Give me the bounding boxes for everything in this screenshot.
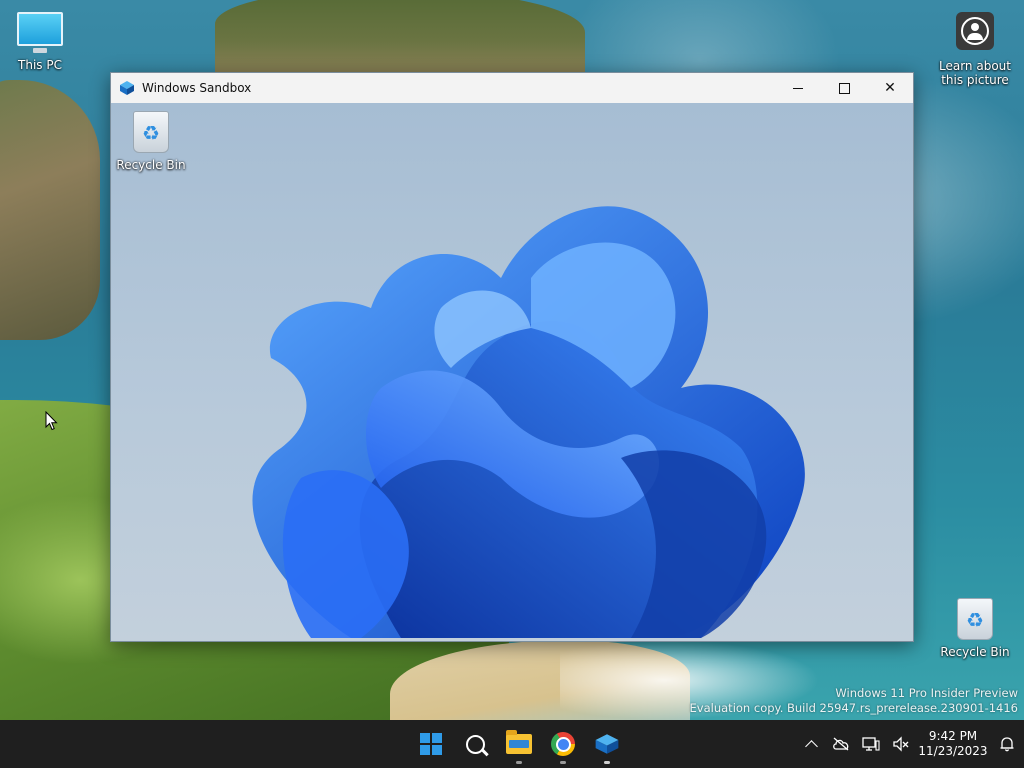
running-indicator bbox=[560, 761, 566, 764]
clock-button[interactable]: 9:42 PM 11/23/2023 bbox=[916, 729, 990, 759]
start-button[interactable] bbox=[409, 720, 453, 768]
taskbar-chrome[interactable] bbox=[541, 720, 585, 768]
system-tray: 9:42 PM 11/23/2023 bbox=[796, 720, 1024, 768]
windows-sandbox-icon bbox=[595, 734, 619, 754]
bloom-wallpaper bbox=[252, 206, 805, 638]
desktop-icon-label-line2: this picture bbox=[941, 73, 1009, 87]
desktop-icon-label-line1: Learn about bbox=[939, 59, 1011, 73]
running-indicator bbox=[604, 761, 610, 764]
onedrive-button[interactable] bbox=[826, 720, 856, 768]
person-camera-icon bbox=[956, 12, 994, 50]
network-icon bbox=[862, 737, 880, 751]
sandbox-desktop-icon-recycle-bin[interactable]: Recycle Bin bbox=[111, 111, 191, 172]
sandbox-window[interactable]: Windows Sandbox ✕ ♻ Recycle Bin bbox=[110, 72, 914, 642]
window-controls: ✕ bbox=[775, 73, 913, 103]
notification-bell-icon bbox=[1000, 737, 1014, 752]
clock-date: 11/23/2023 bbox=[918, 744, 988, 758]
minimize-button[interactable] bbox=[775, 73, 821, 103]
notifications-button[interactable] bbox=[990, 720, 1024, 768]
volume-mute-icon bbox=[893, 736, 909, 752]
wallpaper-cliff-top bbox=[215, 0, 585, 75]
close-icon: ✕ bbox=[884, 80, 896, 96]
watermark-edition: Windows 11 Pro Insider Preview bbox=[835, 686, 1018, 700]
taskbar-apps bbox=[409, 720, 629, 768]
desktop-icon-label: This PC bbox=[18, 58, 62, 72]
windows-watermark: Windows 11 Pro Insider Preview Evaluatio… bbox=[690, 686, 1018, 716]
desktop-icon-learn-about-picture[interactable]: Learn about this picture bbox=[935, 12, 1015, 87]
search-icon bbox=[465, 734, 485, 754]
folder-icon bbox=[506, 730, 532, 754]
volume-button[interactable] bbox=[886, 720, 916, 768]
close-button[interactable]: ✕ bbox=[867, 73, 913, 103]
chrome-icon bbox=[551, 732, 575, 756]
search-button[interactable] bbox=[453, 720, 497, 768]
mouse-cursor-icon bbox=[45, 410, 58, 434]
sandbox-desktop[interactable]: Recycle Bin bbox=[111, 103, 913, 641]
maximize-icon bbox=[838, 82, 850, 94]
recycle-bin-icon bbox=[133, 111, 169, 153]
windows-logo-icon bbox=[420, 733, 442, 755]
desktop-icon-label: Recycle Bin bbox=[940, 645, 1010, 659]
clock-time: 9:42 PM bbox=[928, 729, 978, 743]
cloud-off-icon bbox=[833, 737, 849, 751]
watermark-build: Evaluation copy. Build 25947.rs_prerelea… bbox=[689, 701, 1018, 715]
window-titlebar[interactable]: Windows Sandbox ✕ bbox=[111, 73, 913, 103]
window-title: Windows Sandbox bbox=[142, 81, 252, 95]
windows-sandbox-icon bbox=[120, 81, 134, 95]
wallpaper-cliff-left bbox=[0, 80, 100, 340]
minimize-icon bbox=[793, 87, 803, 89]
network-button[interactable] bbox=[856, 720, 886, 768]
taskbar-windows-sandbox[interactable] bbox=[585, 720, 629, 768]
desktop-icon-this-pc[interactable]: This PC bbox=[0, 12, 80, 72]
maximize-button[interactable] bbox=[821, 73, 867, 103]
recycle-bin-icon bbox=[957, 598, 993, 640]
show-hidden-icons-button[interactable] bbox=[796, 720, 826, 768]
running-indicator bbox=[516, 761, 522, 764]
desktop-icon-recycle-bin[interactable]: Recycle Bin bbox=[935, 598, 1015, 659]
taskbar: 9:42 PM 11/23/2023 bbox=[0, 720, 1024, 768]
taskbar-file-explorer[interactable] bbox=[497, 720, 541, 768]
chevron-up-icon bbox=[804, 739, 818, 753]
monitor-icon bbox=[17, 12, 63, 53]
desktop-icon-label: Recycle Bin bbox=[116, 158, 186, 172]
